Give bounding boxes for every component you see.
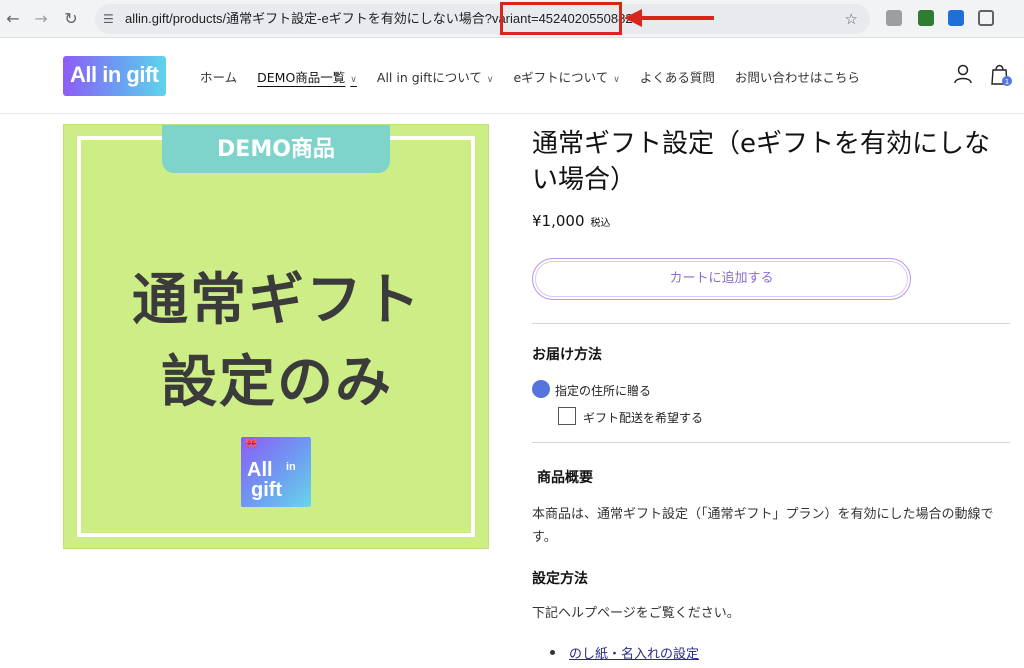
chevron-down-icon: ∨ <box>350 74 357 85</box>
wallet-extension-icon[interactable] <box>918 10 934 26</box>
annotation-arrow-line <box>640 16 714 20</box>
nav-item[interactable]: eギフトについて ∨ <box>513 67 619 86</box>
gift-shipping-label[interactable]: ギフト配送を希望する <box>583 409 703 426</box>
nav-item[interactable]: All in giftについて ∨ <box>377 67 494 86</box>
add-to-cart-button[interactable]: カートに追加する <box>532 258 911 300</box>
product-title: 通常ギフト設定（eギフトを有効にしない場合） <box>532 129 990 195</box>
blue-extension-icon[interactable] <box>948 10 964 26</box>
cart-icon[interactable]: 1 <box>990 62 1012 92</box>
product-image[interactable]: DEMO商品 通常ギフト 設定のみ 🎀 All in gift <box>63 124 489 549</box>
tax-label: 税込 <box>590 218 611 229</box>
demo-badge: DEMO商品 <box>162 125 390 173</box>
divider <box>532 442 1010 443</box>
url-host: allin.gift <box>125 11 170 26</box>
chevron-down-icon: ∨ <box>613 74 620 85</box>
nav-item[interactable]: DEMO商品一覧 ∨ <box>257 67 357 86</box>
nav-item[interactable]: よくある質問 <box>640 67 715 86</box>
chevron-down-icon: ∨ <box>486 74 494 85</box>
list-bullet <box>550 650 555 655</box>
delivery-heading: お届け方法 <box>532 347 602 363</box>
image-line-1: 通常ギフト <box>132 268 422 333</box>
annotation-highlight-box <box>500 2 622 35</box>
nav-item-label: All in giftについて <box>376 69 482 85</box>
divider <box>532 323 1010 324</box>
nav-item[interactable]: ホーム <box>200 67 237 86</box>
price-value: ¥1,000 <box>532 212 585 230</box>
overview-heading: 商品概要 <box>537 470 593 486</box>
product-price: ¥1,000 税込 <box>532 212 611 230</box>
overview-text: 本商品は、通常ギフト設定（「通常ギフト」プラン）を有効にした場合の動線です。 <box>532 507 994 545</box>
nav-item-label: ホーム <box>200 69 238 85</box>
gift-shipping-checkbox[interactable] <box>558 407 576 425</box>
radio-address-selected[interactable] <box>532 380 550 398</box>
nav-item-label: お問い合わせはこちら <box>734 69 860 85</box>
setup-heading: 設定方法 <box>532 571 588 587</box>
extensions-puzzle-icon[interactable] <box>978 10 994 26</box>
radio-address-label[interactable]: 指定の住所に贈る <box>555 382 651 399</box>
setup-text: 下記ヘルプページをご覧ください。 <box>532 606 740 621</box>
cart-count: 1 <box>1005 78 1009 86</box>
site-logo[interactable]: All in gift <box>63 56 166 96</box>
nav-item-label: DEMO商品一覧 <box>257 69 346 85</box>
main-navigation: ホーム DEMO商品一覧 ∨ All in giftについて ∨ eギフトについて ∨ よくあ… <box>200 38 880 114</box>
site-header: All in gift ホーム DEMO商品一覧 ∨ All in giftについて ∨… <box>0 38 1024 114</box>
logo-wordmark: All in gift <box>70 62 159 87</box>
nav-item-label: eギフトについて <box>513 69 609 85</box>
reload-icon[interactable]: ↻ <box>60 8 82 30</box>
site-info-icon[interactable]: ☰ <box>103 11 119 27</box>
browser-toolbar: ← → ↻ ☰ allin.gift/products/通常ギフト設定-eギフト… <box>0 0 1024 38</box>
image-logo: 🎀 All in gift <box>241 437 311 507</box>
address-bar[interactable]: ☰ allin.gift/products/通常ギフト設定-eギフトを有効にしな… <box>95 4 870 34</box>
image-line-2: 設定のみ <box>161 350 393 415</box>
account-icon[interactable] <box>954 64 972 88</box>
forward-icon[interactable]: → <box>30 8 52 30</box>
noshi-settings-link[interactable]: のし紙・名入れの設定 <box>569 643 699 662</box>
url-path: /products/通常ギフト設定-eギフトを有効にしない場合?variant= <box>169 11 539 26</box>
bookmark-star-icon[interactable]: ☆ <box>845 10 858 28</box>
nav-item[interactable]: お問い合わせはこちら <box>735 67 860 86</box>
back-icon[interactable]: ← <box>2 8 24 30</box>
nav-item-label: よくある質問 <box>639 69 715 85</box>
camera-extension-icon[interactable] <box>886 10 902 26</box>
